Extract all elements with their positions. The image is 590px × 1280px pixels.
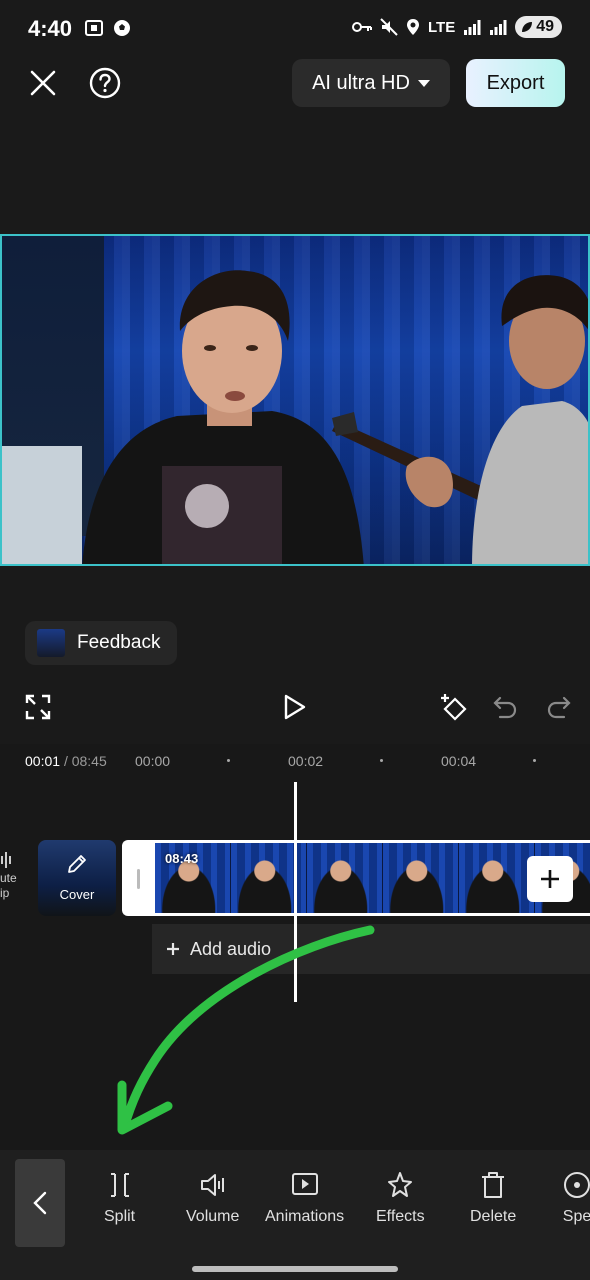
- speed-label: Spe: [562, 1208, 590, 1225]
- effects-tool[interactable]: Effects: [376, 1170, 425, 1226]
- animations-label: Animations: [265, 1208, 345, 1225]
- chevron-left-icon: [33, 1191, 47, 1215]
- edit-toolbar: Split Volume Animations Effects Delete S…: [0, 1150, 590, 1280]
- split-label: Split: [104, 1208, 136, 1225]
- effects-icon: [388, 1172, 413, 1197]
- volume-icon: [200, 1174, 224, 1196]
- delete-label: Delete: [470, 1208, 517, 1225]
- animations-tool[interactable]: Animations: [265, 1170, 344, 1226]
- annotation-arrow: [117, 925, 375, 1135]
- split-tool[interactable]: Split: [104, 1170, 135, 1226]
- effects-label: Effects: [376, 1208, 425, 1225]
- speed-icon: [564, 1172, 590, 1198]
- volume-tool[interactable]: Volume: [186, 1170, 239, 1226]
- split-icon: [110, 1173, 129, 1197]
- home-indicator[interactable]: [192, 1266, 398, 1272]
- animations-icon: [291, 1173, 318, 1195]
- speed-tool[interactable]: Spe: [562, 1170, 590, 1226]
- delete-tool[interactable]: Delete: [470, 1170, 516, 1226]
- volume-label: Volume: [186, 1208, 240, 1225]
- back-button[interactable]: [15, 1159, 65, 1247]
- delete-icon: [482, 1172, 505, 1198]
